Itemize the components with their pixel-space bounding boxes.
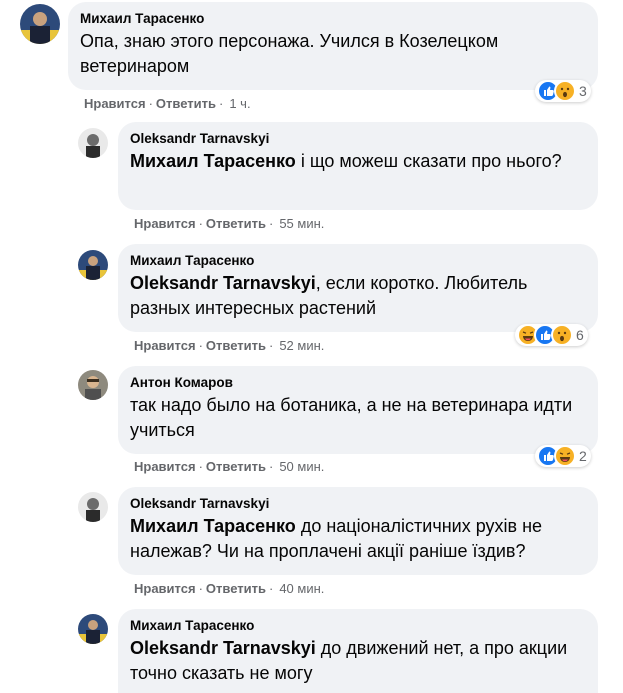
reply-action[interactable]: Ответить	[156, 96, 216, 111]
like-action[interactable]: Нравится	[134, 581, 196, 596]
comment-author[interactable]: Oleksandr Tarnavskyi	[130, 495, 586, 512]
reply-action[interactable]: Ответить	[206, 216, 266, 231]
comment-author[interactable]: Oleksandr Tarnavskyi	[130, 130, 586, 147]
comment-bubble: Oleksandr Tarnavskyi Михаил Тарасенко до…	[118, 487, 598, 575]
comment-body: і що можеш сказати про нього?	[295, 151, 562, 171]
like-action[interactable]: Нравится	[134, 459, 196, 474]
comment-text: Михаил Тарасенко і що можеш сказати про …	[130, 149, 586, 174]
comment-bubble: Михаил Тарасенко Oleksandr Tarnavskyi, е…	[118, 244, 598, 332]
comment-author[interactable]: Антон Комаров	[130, 374, 586, 391]
comment-timestamp[interactable]: 52 мин.	[279, 338, 324, 353]
mention-link[interactable]: Михаил Тарасенко	[130, 516, 296, 536]
comment-author[interactable]: Михаил Тарасенко	[130, 252, 586, 269]
comment-text: Oleksandr Tarnavskyi, если коротко. Люби…	[130, 271, 586, 321]
comment-actions: Нравится · Ответить · 50 мин.	[134, 459, 325, 474]
comment-actions: Нравится · Ответить · 52 мин.	[134, 338, 325, 353]
comment-text: так надо было на ботаника, а не на ветер…	[130, 393, 586, 443]
avatar[interactable]	[78, 370, 108, 400]
comment-bubble: Михаил Тарасенко Oleksandr Tarnavskyi до…	[118, 609, 598, 693]
mention-link[interactable]: Михаил Тарасенко	[130, 151, 296, 171]
comment-bubble: Oleksandr Tarnavskyi Михаил Тарасенко і …	[118, 122, 598, 210]
comment-text: Опа, знаю этого персонажа. Учился в Козе…	[80, 29, 586, 79]
reply-action[interactable]: Ответить	[206, 581, 266, 596]
haha-reaction-icon	[554, 445, 576, 467]
reaction-count: 2	[579, 448, 587, 464]
reply-action[interactable]: Ответить	[206, 338, 266, 353]
mention-link[interactable]: Oleksandr Tarnavskyi	[130, 638, 316, 658]
mention-link[interactable]: Oleksandr Tarnavskyi	[130, 273, 316, 293]
reply-action[interactable]: Ответить	[206, 459, 266, 474]
comment-actions: Нравится · Ответить · 55 мин.	[134, 216, 325, 231]
reaction-count: 6	[576, 327, 584, 343]
comment-body: Опа, знаю этого персонажа. Учился в Козе…	[80, 31, 499, 76]
like-action[interactable]: Нравится	[134, 216, 196, 231]
comment-bubble: Антон Комаров так надо было на ботаника,…	[118, 366, 598, 454]
comment-text: Oleksandr Tarnavskyi до движений нет, а …	[130, 636, 586, 686]
wow-reaction-icon	[554, 80, 576, 102]
comment-body: так надо было на ботаника, а не на ветер…	[130, 395, 573, 440]
avatar[interactable]	[78, 250, 108, 280]
comment-author[interactable]: Михаил Тарасенко	[130, 617, 586, 634]
comment-bubble: Михаил Тарасенко Опа, знаю этого персона…	[68, 2, 598, 90]
avatar[interactable]	[78, 492, 108, 522]
reactions-summary[interactable]: 2	[535, 445, 591, 467]
comment-author[interactable]: Михаил Тарасенко	[80, 10, 586, 27]
comment-actions: Нравится · Ответить · 1 ч.	[84, 96, 251, 111]
like-action[interactable]: Нравится	[134, 338, 196, 353]
comment-timestamp[interactable]: 1 ч.	[229, 96, 250, 111]
avatar[interactable]	[78, 614, 108, 644]
wow-reaction-icon	[551, 324, 573, 346]
comment-timestamp[interactable]: 55 мин.	[279, 216, 324, 231]
reactions-summary[interactable]: 3	[535, 80, 591, 102]
comment-timestamp[interactable]: 40 мин.	[279, 581, 324, 596]
comment-text: Михаил Тарасенко до націоналістичних рух…	[130, 514, 586, 564]
like-action[interactable]: Нравится	[84, 96, 146, 111]
avatar[interactable]	[78, 128, 108, 158]
comment-timestamp[interactable]: 50 мин.	[279, 459, 324, 474]
reaction-count: 3	[579, 83, 587, 99]
avatar[interactable]	[20, 4, 60, 44]
comment-actions: Нравится · Ответить · 40 мин.	[134, 581, 325, 596]
reactions-summary[interactable]: 6	[515, 324, 588, 346]
